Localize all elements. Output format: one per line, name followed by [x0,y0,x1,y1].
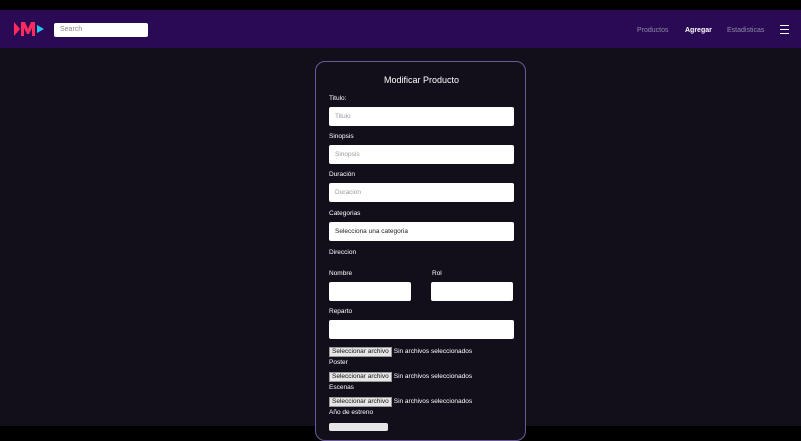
titulo-label: Titulo: [329,95,347,102]
categorias-label: Categorias [329,210,361,217]
escenas-file-status: Sin archivos seleccionados [393,398,473,405]
anio-label: Año de estreno [329,409,374,416]
categorias-select[interactable]: Selecciona una categoria [329,222,514,241]
poster-file-picker: Seleccionar archivo Sin archivos seleccio… [329,372,472,382]
anio-select[interactable] [329,423,388,431]
rol-label: Rol [432,270,442,277]
navbar: Search Productos Agregar Estadisticas [0,10,801,48]
file-status: Sin archivos seleccionados [393,348,473,355]
main-content: Modificar Producto Titulo: Titulo Sinops… [0,48,801,441]
brand-logo-icon[interactable] [14,20,44,38]
nav-estadisticas-link[interactable]: Estadisticas [727,26,764,35]
form-title: Modificar Producto [383,75,460,85]
reparto-input[interactable] [329,320,514,339]
titulo-input[interactable]: Titulo [329,107,514,126]
nombre-label: Nombre [329,270,353,277]
select-file-button[interactable]: Seleccionar archivo [329,347,392,357]
nombre-input[interactable] [329,282,411,301]
poster-label: Poster [329,359,348,366]
menu-icon[interactable] [780,25,789,35]
edit-product-card: Modificar Producto Titulo: Titulo Sinops… [315,61,526,441]
search-input[interactable]: Search [54,23,148,37]
nav-productos-link[interactable]: Productos [637,26,669,35]
duracion-input[interactable]: Duracion [329,183,514,202]
escenas-file-picker: Seleccionar archivo Sin archivos seleccio… [329,397,472,407]
top-strip [0,0,801,10]
file-picker-1: Seleccionar archivo Sin archivos seleccio… [329,347,472,357]
poster-file-status: Sin archivos seleccionados [393,373,473,380]
escenas-label: Escenas [329,384,354,391]
sinopsis-label: Sinopsis [329,133,354,140]
sinopsis-input[interactable]: Sinopsis [329,145,514,164]
reparto-label: Reparto [329,308,353,315]
direccion-label: Direccion [329,249,357,256]
duracion-label: Duración [329,171,356,178]
nav-agregar-link[interactable]: Agregar [685,26,712,35]
poster-select-file-button[interactable]: Seleccionar archivo [329,372,392,382]
escenas-select-file-button[interactable]: Seleccionar archivo [329,397,392,407]
rol-input[interactable] [431,282,513,301]
